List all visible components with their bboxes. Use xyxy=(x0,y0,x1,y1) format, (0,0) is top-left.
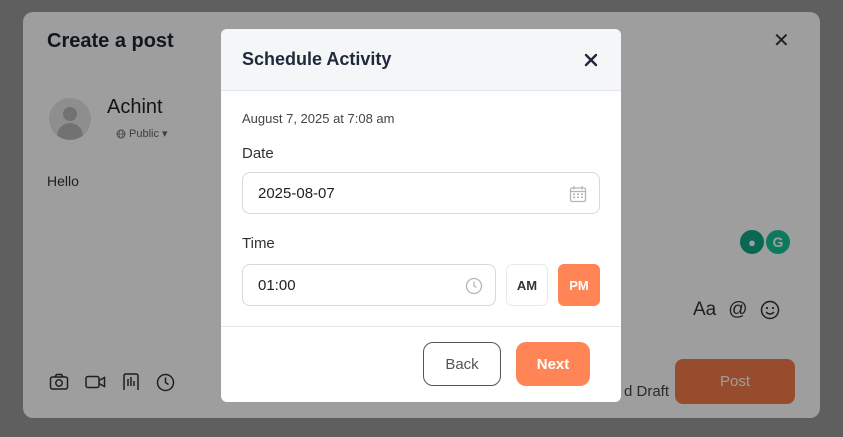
date-input[interactable]: 2025-08-07 xyxy=(242,172,600,214)
time-label: Time xyxy=(242,235,275,252)
time-value: 01:00 xyxy=(258,277,296,294)
modal-title: Schedule Activity xyxy=(242,49,392,69)
modal-header: Schedule Activity xyxy=(221,29,621,91)
pm-button[interactable]: PM xyxy=(558,264,600,306)
divider xyxy=(221,326,621,327)
back-button[interactable]: Back xyxy=(423,342,501,386)
date-value: 2025-08-07 xyxy=(258,185,335,202)
close-icon[interactable] xyxy=(583,52,599,68)
calendar-icon[interactable] xyxy=(569,185,587,203)
am-button[interactable]: AM xyxy=(506,264,548,306)
next-button[interactable]: Next xyxy=(516,342,590,386)
time-input[interactable]: 01:00 xyxy=(242,264,496,306)
schedule-activity-modal: Schedule Activity August 7, 2025 at 7:08… xyxy=(221,29,621,402)
date-label: Date xyxy=(242,145,274,162)
clock-icon[interactable] xyxy=(465,277,483,295)
scheduled-datetime-text: August 7, 2025 at 7:08 am xyxy=(242,111,395,126)
